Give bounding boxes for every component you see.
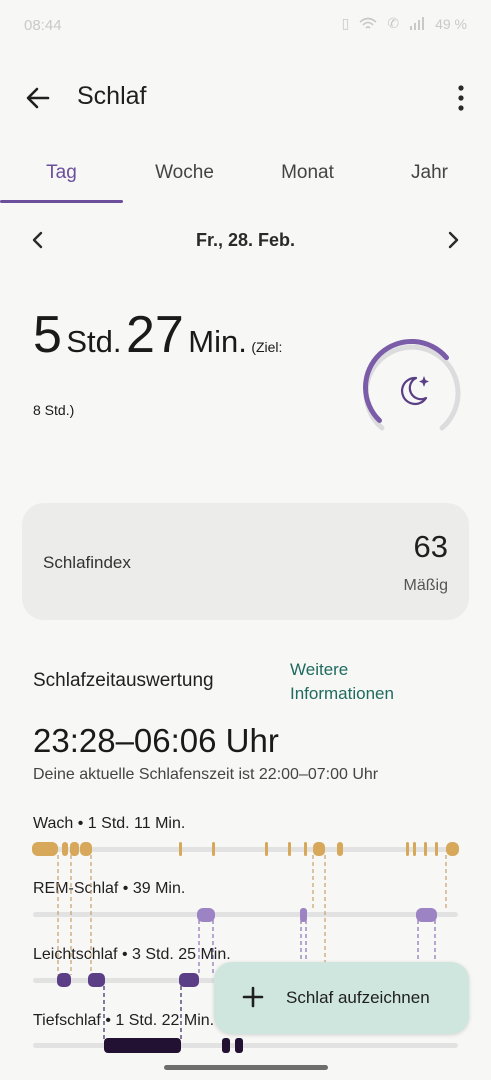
score-value: 63 (413, 529, 448, 564)
track-rem (33, 912, 458, 917)
status-icons: ▯ ✆ 49 % (342, 15, 467, 32)
more-info-link[interactable]: Weitere Informationen (290, 658, 420, 706)
back-arrow-icon[interactable] (22, 82, 54, 114)
moon-stars-icon (401, 376, 429, 405)
tab-week[interactable]: Woche (123, 162, 246, 184)
track-awake (33, 847, 458, 852)
duration-minutes: 27 (125, 306, 184, 364)
segments-deep (104, 1038, 243, 1053)
goal-progress-ring (363, 338, 461, 431)
tab-day[interactable]: Tag (0, 162, 123, 184)
goal-value: 8 Std.) (33, 402, 75, 418)
signal-icon (410, 16, 425, 30)
status-time: 08:44 (24, 17, 62, 34)
period-tabs: Tag Woche Monat Jahr (0, 148, 491, 204)
duration-minutes-unit: Min. (188, 324, 247, 359)
sleep-range: 23:28–06:06 Uhr (33, 722, 279, 759)
status-bar: 08:44 ▯ ✆ 49 % (0, 0, 491, 54)
duration-hours: 5 (33, 306, 62, 364)
plus-icon (242, 986, 264, 1008)
page-title: Schlaf (77, 82, 147, 110)
usual-bedtime: Deine aktuelle Schlafenszeit ist 22:00–0… (33, 766, 379, 783)
call-icon: ✆ (387, 15, 400, 31)
analysis-title: Schlafzeitauswertung (33, 670, 214, 691)
score-label: Schlafindex (43, 553, 131, 572)
current-date[interactable]: Fr., 28. Feb. (0, 230, 491, 251)
battery-text: 49 % (435, 15, 467, 32)
record-sleep-button[interactable]: Schlaf aufzeichnen (214, 962, 469, 1034)
track-deep (33, 1043, 458, 1048)
duration-hours-unit: Std. (66, 324, 122, 359)
goal-prefix: (Ziel: (251, 339, 283, 355)
date-navigation: Fr., 28. Feb. (0, 222, 491, 262)
home-indicator[interactable] (164, 1065, 328, 1070)
score-rating: Mäßig (403, 577, 448, 594)
record-sleep-label: Schlaf aufzeichnen (286, 988, 430, 1007)
vibrate-icon: ▯ (341, 15, 350, 31)
sleep-duration: 5 Std. 27 Min. (Ziel: (33, 305, 282, 365)
wifi-icon (359, 17, 377, 29)
sleep-score-card[interactable]: Schlafindex 63 Mäßig (22, 503, 469, 620)
tab-month[interactable]: Monat (246, 162, 369, 184)
app-bar: Schlaf (0, 70, 491, 126)
tab-indicator (0, 200, 123, 203)
tab-year[interactable]: Jahr (368, 162, 491, 184)
chevron-right-icon[interactable] (443, 230, 463, 250)
more-vert-icon[interactable] (457, 84, 465, 112)
